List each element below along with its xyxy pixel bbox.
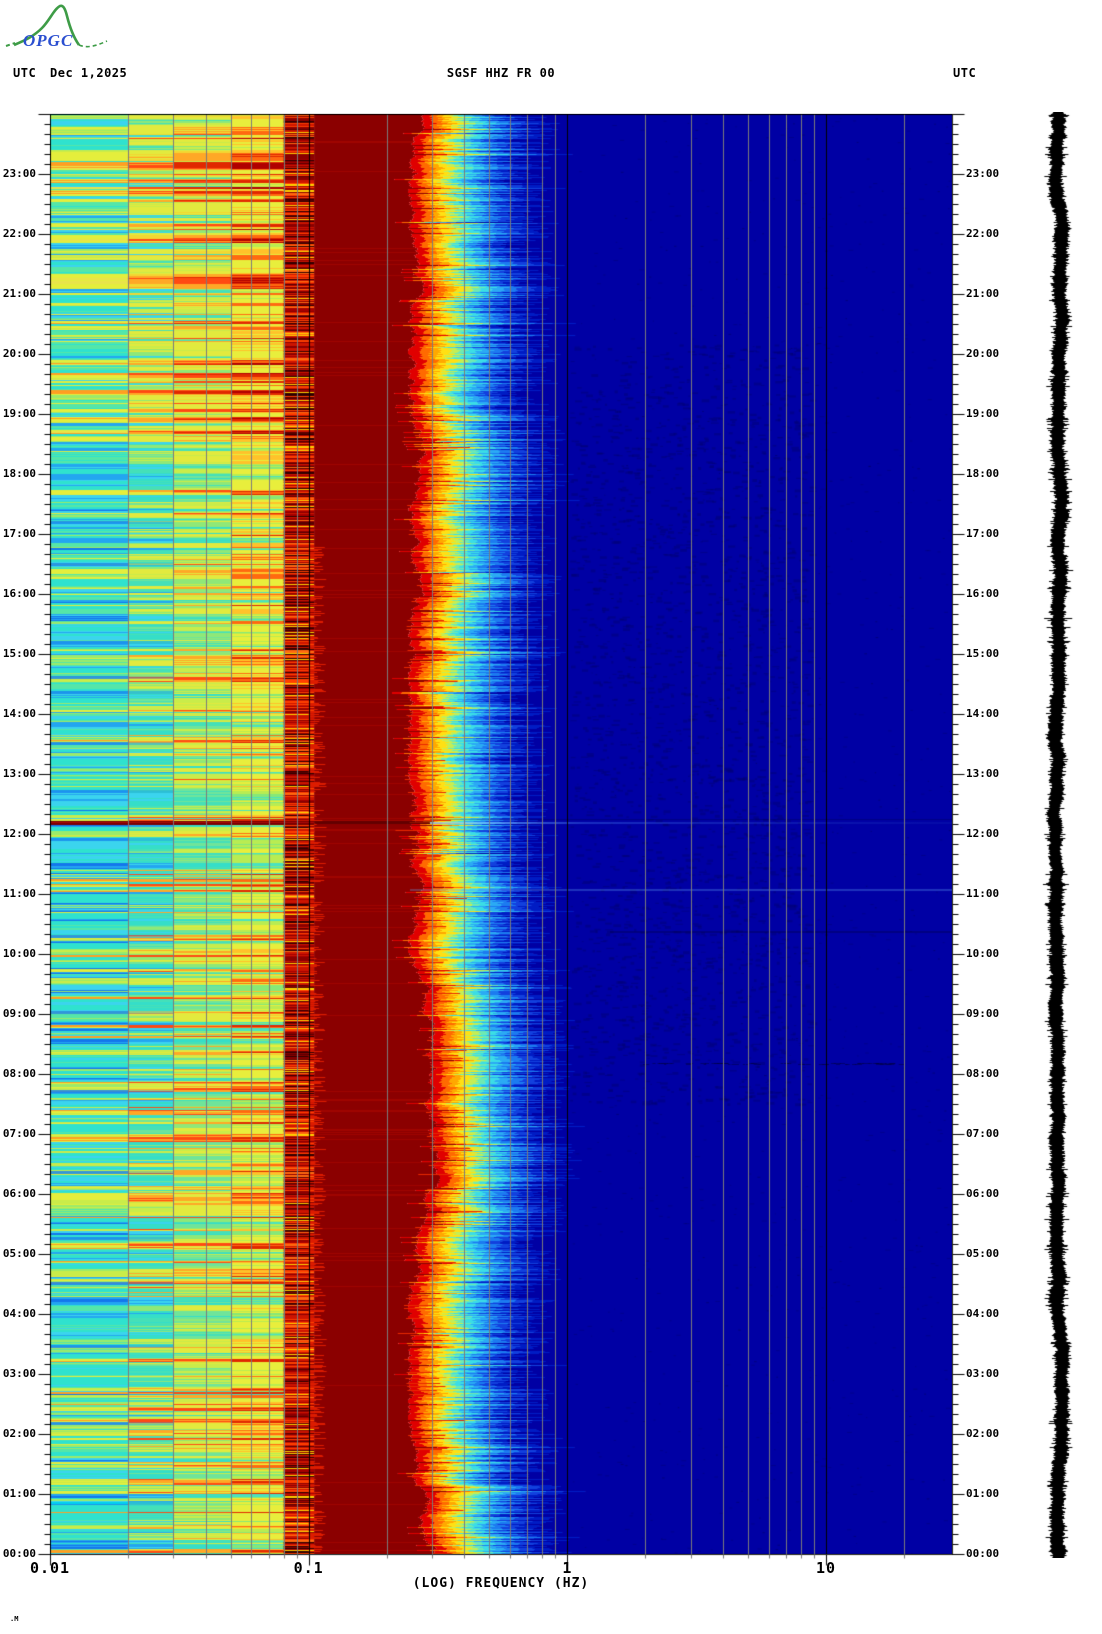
y-tick-label: 08:00 [0, 1068, 36, 1080]
logo-ridge-dash-right [79, 41, 107, 47]
y-tick-label: 21:00 [0, 288, 36, 300]
y-tick-label: 02:00 [966, 1428, 999, 1440]
utc-label-left: UTC [13, 66, 36, 80]
seismogram-trace-canvas [1040, 112, 1076, 1558]
y-tick-label: 08:00 [966, 1068, 999, 1080]
y-tick-label: 18:00 [0, 468, 36, 480]
y-tick-label: 23:00 [0, 168, 36, 180]
y-tick-label: 23:00 [966, 168, 999, 180]
y-tick-label: 19:00 [966, 408, 999, 420]
x-tick-label: 0.01 [30, 1559, 70, 1577]
page: OPGC UTC Dec 1,2025 SGSF HHZ FR 00 UTC 2… [0, 0, 1102, 1634]
y-tick-label: 10:00 [0, 948, 36, 960]
spectrogram-canvas [50, 114, 952, 1554]
y-tick-label: 22:00 [966, 228, 999, 240]
utc-label-right: UTC [953, 66, 976, 80]
corner-mark: .M [10, 1615, 18, 1623]
y-tick-label: 02:00 [0, 1428, 36, 1440]
y-tick-label: 18:00 [966, 468, 999, 480]
logo-ridge-dash-left [6, 43, 15, 46]
y-tick-label: 03:00 [0, 1368, 36, 1380]
y-tick-label: 13:00 [0, 768, 36, 780]
y-tick-label: 12:00 [966, 828, 999, 840]
y-tick-label: 14:00 [0, 708, 36, 720]
y-tick-label: 09:00 [966, 1008, 999, 1020]
logo-text: OPGC [23, 31, 73, 50]
y-tick-label: 16:00 [0, 588, 36, 600]
y-tick-label: 15:00 [966, 648, 999, 660]
y-tick-label: 01:00 [966, 1488, 999, 1500]
y-tick-label: 15:00 [0, 648, 36, 660]
y-tick-label: 12:00 [0, 828, 36, 840]
y-tick-label: 11:00 [0, 888, 36, 900]
y-tick-label: 13:00 [966, 768, 999, 780]
x-tick-label: 1 [562, 1559, 572, 1577]
y-tick-label: 14:00 [966, 708, 999, 720]
y-tick-label: 01:00 [0, 1488, 36, 1500]
y-tick-label: 22:00 [0, 228, 36, 240]
opgc-logo: OPGC [4, 0, 114, 58]
x-tick-label: 0.1 [294, 1559, 324, 1577]
y-tick-label: 20:00 [966, 348, 999, 360]
y-tick-label: 20:00 [0, 348, 36, 360]
y-tick-label: 00:00 [966, 1548, 999, 1560]
y-tick-label: 09:00 [0, 1008, 36, 1020]
y-tick-label: 07:00 [966, 1128, 999, 1140]
y-tick-label: 17:00 [0, 528, 36, 540]
x-axis-title: (LOG) FREQUENCY (HZ) [50, 1576, 952, 1591]
y-tick-label: 06:00 [966, 1188, 999, 1200]
y-tick-label: 16:00 [966, 588, 999, 600]
y-tick-label: 11:00 [966, 888, 999, 900]
y-tick-label: 04:00 [0, 1308, 36, 1320]
y-tick-label: 10:00 [966, 948, 999, 960]
y-tick-label: 05:00 [0, 1248, 36, 1260]
y-tick-label: 03:00 [966, 1368, 999, 1380]
plot-title: SGSF HHZ FR 00 [50, 66, 952, 80]
y-tick-label: 04:00 [966, 1308, 999, 1320]
y-tick-label: 07:00 [0, 1128, 36, 1140]
y-tick-label: 17:00 [966, 528, 999, 540]
x-tick-label: 10 [816, 1559, 836, 1577]
y-tick-label: 05:00 [966, 1248, 999, 1260]
y-tick-label: 19:00 [0, 408, 36, 420]
y-tick-label: 21:00 [966, 288, 999, 300]
y-tick-label: 06:00 [0, 1188, 36, 1200]
